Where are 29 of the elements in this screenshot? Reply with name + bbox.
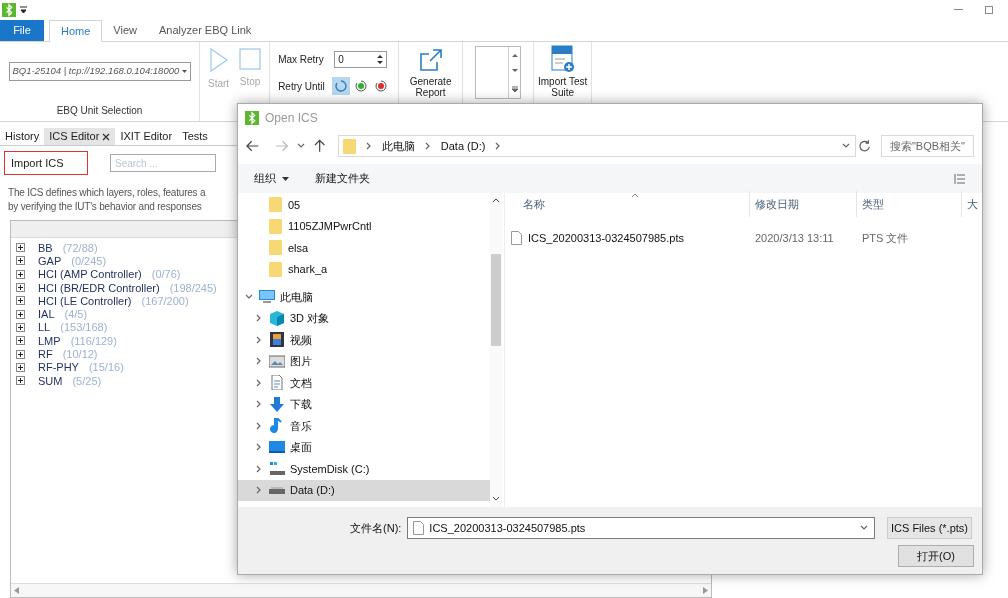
ics-category: RF-PHY bbox=[38, 361, 79, 374]
ics-count: (167/200) bbox=[141, 294, 189, 307]
ics-category: LL bbox=[38, 321, 51, 334]
ics-count: (4/5) bbox=[64, 308, 88, 321]
ics-category: GAP bbox=[38, 254, 62, 267]
ics-category: HCI (AMP Controller) bbox=[38, 268, 142, 281]
group-label: EBQ Unit Selection bbox=[56, 104, 143, 118]
ics-category: LMP bbox=[38, 334, 61, 347]
ics-count: (10/12) bbox=[62, 348, 98, 360]
ics-category: RF bbox=[38, 348, 53, 360]
file-name-label: 文件名(N): bbox=[349, 520, 402, 536]
ics-category: SUM bbox=[38, 374, 63, 387]
ics-count: (72/88) bbox=[62, 241, 98, 254]
description-text: The ICS defines which layers, roles, features a bbox=[8, 186, 206, 200]
description-text: by verifying the IUT's behavior and responses bbox=[8, 200, 202, 214]
max-retry-label: Max Retry bbox=[278, 53, 325, 67]
ics-count: (153/168) bbox=[60, 321, 108, 334]
ics-count: (5/25) bbox=[72, 374, 102, 387]
ics-count: (198/245) bbox=[169, 281, 217, 294]
ics-count: (116/129) bbox=[70, 334, 117, 347]
ics-category: HCI (LE Controller) bbox=[38, 294, 132, 307]
ics-count: (15/16) bbox=[88, 361, 124, 374]
ics-count: (0/245) bbox=[71, 254, 107, 267]
ics-category: IAL bbox=[38, 308, 55, 321]
ics-count: (0/76) bbox=[151, 268, 181, 281]
ics-category: BB bbox=[38, 241, 53, 254]
ics-category: HCI (BR/EDR Controller) bbox=[38, 281, 160, 294]
dialog-title: Open ICS bbox=[265, 109, 318, 127]
retry-until-label: Retry Until bbox=[278, 79, 326, 94]
